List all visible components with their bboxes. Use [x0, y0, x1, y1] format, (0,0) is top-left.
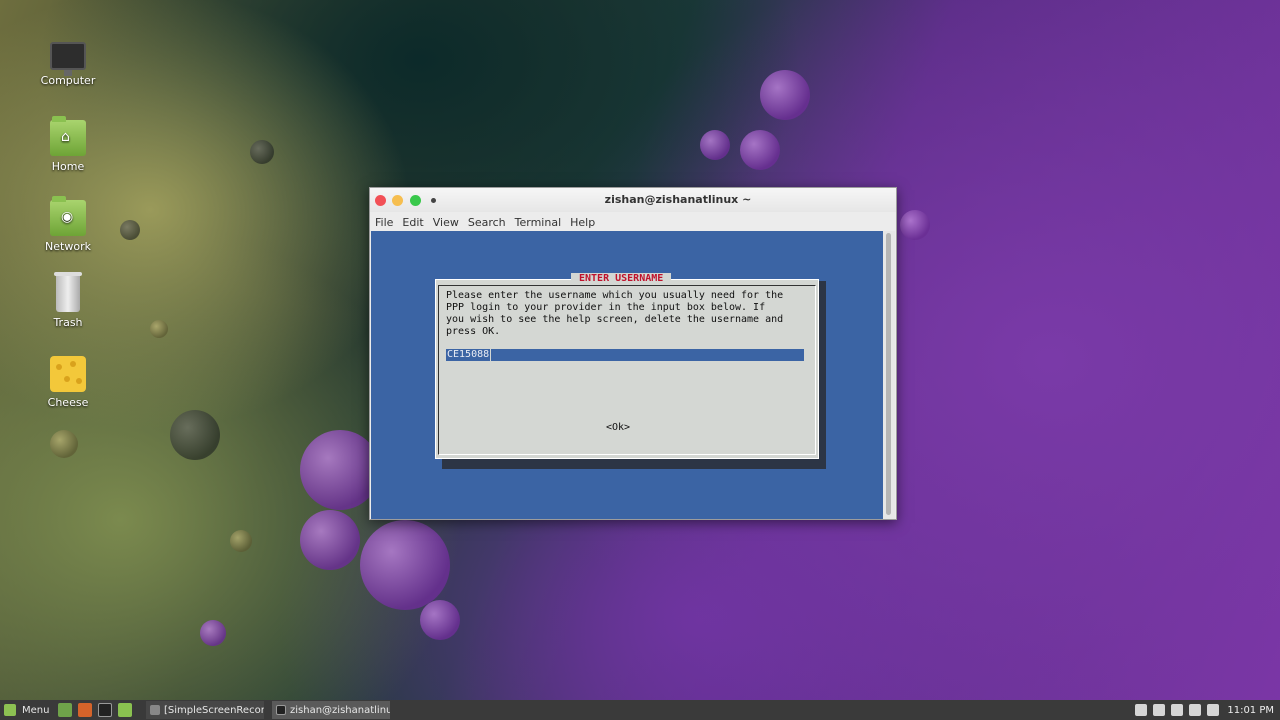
dialog-message: Please enter the username which you usua…	[446, 290, 808, 338]
network-wifi-icon[interactable]	[1171, 704, 1184, 716]
scrollbar-thumb[interactable]	[886, 233, 891, 515]
window-title: zishan@zishanatlinux ~	[604, 193, 752, 206]
menu-view[interactable]: View	[433, 216, 459, 229]
trash-icon	[54, 272, 82, 312]
dialog-line: Please enter the username which you usua…	[446, 290, 784, 301]
recorder-icon	[150, 705, 160, 715]
desktop-icon-home[interactable]: ⌂ Home	[28, 116, 108, 173]
menubar: File Edit View Search Terminal Help	[370, 212, 896, 232]
desktop-icon-label: Cheese	[47, 396, 89, 409]
scrollbar[interactable]	[883, 231, 895, 519]
user-icon[interactable]	[1153, 704, 1166, 716]
battery-icon[interactable]	[1189, 704, 1202, 716]
shield-icon[interactable]	[1135, 704, 1148, 716]
cheese-icon	[50, 356, 86, 392]
terminal-window: zishan@zishanatlinux ~ File Edit View Se…	[369, 187, 897, 520]
task-label: zishan@zishanatlinu...	[290, 704, 390, 716]
system-tray: 11:01 PM	[1129, 700, 1274, 720]
menu-label: Menu	[22, 704, 50, 716]
terminal-icon[interactable]	[98, 703, 112, 717]
username-dialog: ENTER USERNAME Please enter the username…	[435, 273, 819, 459]
menu-button[interactable]: Menu	[0, 700, 52, 720]
menu-terminal[interactable]: Terminal	[515, 216, 562, 229]
desktop-icon-label: Network	[45, 240, 91, 253]
firefox-icon[interactable]	[78, 703, 92, 717]
dialog-line: PPP login to your provider in the input …	[446, 302, 766, 313]
taskbar-task-recorder[interactable]: [SimpleScreenRecor...	[146, 701, 264, 719]
taskbar-task-terminal[interactable]: zishan@zishanatlinu...	[272, 701, 390, 719]
menu-help[interactable]: Help	[570, 216, 595, 229]
dialog-line: you wish to see the help screen, delete …	[446, 314, 784, 325]
show-desktop-icon[interactable]	[58, 703, 72, 717]
window-titlebar[interactable]: zishan@zishanatlinux ~	[370, 188, 896, 212]
menu-file[interactable]: File	[375, 216, 393, 229]
task-label: [SimpleScreenRecor...	[164, 704, 264, 716]
desktop-icon-network[interactable]: ◉ Network	[28, 196, 108, 253]
network-folder-icon: ◉	[50, 196, 86, 236]
desktop-icon-cheese[interactable]: Cheese	[28, 356, 108, 409]
desktop-icon-trash[interactable]: Trash	[28, 272, 108, 329]
desktop-icon-label: Trash	[53, 316, 83, 329]
menu-edit[interactable]: Edit	[402, 216, 423, 229]
ok-button[interactable]: <Ok>	[606, 422, 630, 433]
menu-search[interactable]: Search	[468, 216, 506, 229]
terminal-icon	[276, 705, 286, 715]
terminal-area[interactable]: ENTER USERNAME Please enter the username…	[371, 231, 884, 519]
username-input-value[interactable]: CE15088	[444, 348, 492, 362]
clock[interactable]: 11:01 PM	[1227, 705, 1274, 716]
mint-logo-icon	[4, 704, 16, 716]
computer-icon	[50, 42, 86, 76]
desktop-icon-label: Home	[51, 160, 85, 173]
dialog-title: ENTER USERNAME	[571, 273, 672, 284]
taskbar: Menu [SimpleScreenRecor... zishan@zishan…	[0, 700, 1280, 720]
files-icon[interactable]	[118, 703, 132, 717]
dialog-line: press OK.	[446, 326, 501, 337]
volume-icon[interactable]	[1207, 704, 1220, 716]
home-folder-icon: ⌂	[50, 116, 86, 156]
desktop-icon-computer[interactable]: Computer	[28, 36, 108, 87]
username-input[interactable]: CE15088	[444, 348, 804, 362]
